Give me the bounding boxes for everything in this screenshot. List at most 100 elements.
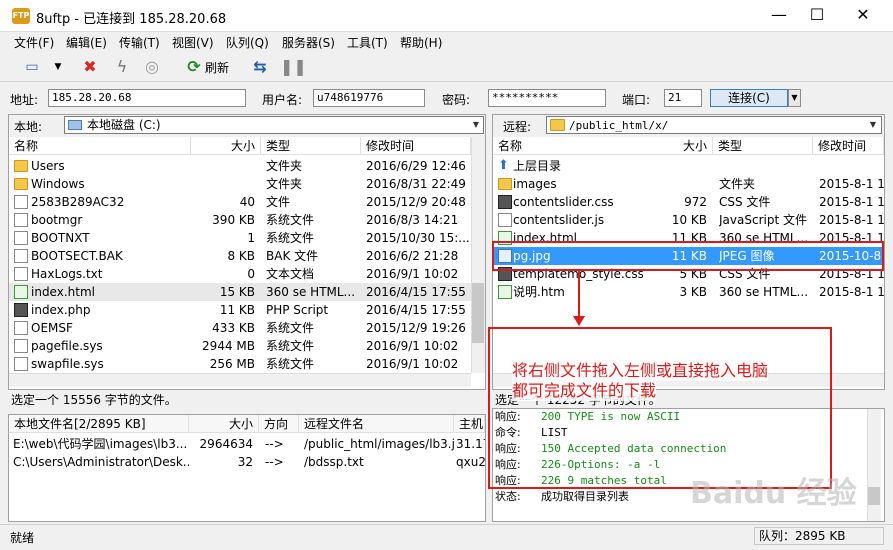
queue-col-size[interactable]: 大小 (189, 415, 259, 433)
file-name: OEMSF (31, 321, 73, 335)
log-scroll-thumb[interactable] (868, 487, 880, 505)
remote-file-row[interactable]: ⬆ 上层目录 (493, 157, 884, 175)
file-type: 系统文件 (266, 321, 315, 335)
file-size: 256 MB (209, 357, 255, 371)
queue-direction: --> (265, 437, 284, 451)
site-dropdown-icon[interactable]: ▼ (46, 56, 70, 78)
local-file-row[interactable]: 2583B289AC32 40 文件 2015/12/9 20:48 (9, 193, 471, 211)
log-text: 成功取得目录列表 (541, 490, 629, 503)
menu-item-3[interactable]: 视图(V) (172, 34, 214, 51)
file-date: 2015-8-1 1 (819, 195, 884, 209)
file-size: 8 KB (227, 249, 255, 263)
local-col-date[interactable]: 修改时间 (361, 137, 471, 155)
menu-item-2[interactable]: 传输(T) (119, 34, 160, 51)
remote-file-row[interactable]: contentslider.css 972 CSS 文件 2015-8-1 1 (493, 193, 884, 211)
script-file-icon (14, 303, 28, 317)
remote-file-row[interactable]: contentslider.js 10 KB JavaScript 文件 2015-8… (493, 211, 884, 229)
local-col-size[interactable]: 大小 (191, 137, 261, 155)
file-date: 2016/8/3 14:21 (366, 213, 459, 227)
file-icon (14, 249, 28, 263)
queue-col-remote[interactable]: 远程文件名 (299, 415, 454, 433)
remote-file-row[interactable]: images 文件夹 2015-8-1 1 (493, 175, 884, 193)
port-input[interactable]: 21 (664, 89, 702, 107)
local-header: 名称 大小 类型 修改时间 (9, 137, 471, 155)
file-icon (14, 231, 28, 245)
local-file-row[interactable]: index.html 15 KB 360 se HTML... 2016/4/15 1… (9, 283, 471, 301)
disconnect-icon[interactable]: ✖ (78, 56, 102, 78)
file-size (643, 157, 713, 175)
password-input[interactable]: ********** (488, 89, 606, 107)
folder-icon (14, 160, 28, 172)
file-icon (14, 339, 28, 353)
local-file-row[interactable]: Users 文件夹 2016/6/29 12:46 (9, 157, 471, 175)
local-file-row[interactable]: BOOTSECT.BAK 8 KB BAK 文件 2016/6/2 21:28 (9, 247, 471, 265)
remote-path-dropdown-icon[interactable]: ▼ (866, 117, 880, 133)
local-file-row[interactable]: Windows 文件夹 2016/8/31 22:49 (9, 175, 471, 193)
local-file-row[interactable]: HaxLogs.txt 0 文本文档 2016/9/1 10:02 (9, 265, 471, 283)
local-file-row[interactable]: index.php 11 KB PHP Script 2016/4/15 17:55 (9, 301, 471, 319)
local-path-dropdown-icon[interactable]: ▼ (469, 117, 483, 133)
local-file-row[interactable]: BOOTNXT 1 系统文件 2015/10/30 15:... (9, 229, 471, 247)
local-file-row[interactable]: bootmgr 390 KB 系统文件 2016/8/3 14:21 (9, 211, 471, 229)
close-button[interactable]: ✕ (840, 0, 886, 32)
host-label: 地址: (10, 93, 39, 107)
user-input[interactable]: u748619776 (313, 89, 425, 107)
queue-col-local[interactable]: 本地文件名[2/2895 KB] (9, 415, 189, 433)
queue-col-host[interactable]: 主机 (454, 415, 485, 433)
watermark-logo: Baidu 经验 (690, 476, 857, 511)
remote-col-size[interactable]: 大小 (643, 137, 713, 155)
file-size: 2944 MB (202, 339, 255, 353)
folder-icon (550, 119, 565, 131)
menu-item-7[interactable]: 帮助(H) (400, 34, 442, 51)
pause-icon[interactable]: ❚❚ (280, 56, 307, 78)
remote-col-type[interactable]: 类型 (713, 137, 813, 155)
menu-item-6[interactable]: 工具(T) (347, 34, 388, 51)
local-path-combo[interactable]: 本地磁盘 (C:) (64, 116, 484, 134)
app-logo-icon: FTP (12, 8, 30, 24)
transfer-icon[interactable]: ⇆ (248, 56, 272, 78)
port-label: 端口: (622, 93, 651, 107)
local-file-row[interactable]: swapfile.sys 256 MB 系统文件 2016/9/1 10:02 (9, 355, 471, 373)
file-date: 2015-8-1 1 (819, 285, 884, 299)
stop-icon[interactable]: ◎ (140, 56, 164, 78)
menu-item-4[interactable]: 队列(Q) (226, 34, 269, 51)
queue-list: E:\web\代码学园\images\lb3... 2964634 --> /publ… (9, 435, 485, 475)
remote-path-combo[interactable]: /public_html/x/ (546, 116, 882, 134)
refresh-label[interactable]: 刷新 (205, 59, 229, 76)
queue-header: 本地文件名[2/2895 KB] 大小 方向 远程文件名 主机 (9, 415, 485, 433)
connect-dropdown-icon[interactable]: ▼ (788, 89, 801, 107)
queue-row[interactable]: E:\web\代码学园\images\lb3... 2964634 --> /publ… (9, 435, 485, 453)
connect-button[interactable]: 连接(C) (710, 89, 788, 107)
local-scroll-thumb[interactable] (472, 283, 484, 343)
quick-connect-icon[interactable]: ϟ (110, 56, 134, 78)
file-date: 2015/12/9 20:48 (366, 195, 466, 209)
file-type: 360 se HTML... (266, 285, 356, 299)
queue-col-direction[interactable]: 方向 (259, 415, 299, 433)
queue-row[interactable]: C:\Users\Administrator\Desk... 32 --> /bdss… (9, 453, 485, 471)
site-manager-icon[interactable]: ▭ (20, 56, 44, 78)
file-date: 2016/4/15 17:55 (366, 285, 466, 299)
local-file-row[interactable]: OEMSF 433 KB 系统文件 2015/12/9 19:26 (9, 319, 471, 337)
remote-col-date[interactable]: 修改时间 (813, 137, 884, 155)
host-input[interactable]: 185.28.20.68 (48, 89, 246, 107)
status-queue-size: 队列：2895 KB (754, 527, 884, 545)
menu-item-1[interactable]: 编辑(E) (66, 34, 107, 51)
local-hscrollbar[interactable] (9, 373, 471, 387)
file-date: 2016/6/2 21:28 (366, 249, 459, 263)
log-label: 状态: (495, 490, 521, 503)
user-label: 用户名: (262, 93, 303, 107)
local-col-name[interactable]: 名称 (9, 137, 191, 155)
menu-item-0[interactable]: 文件(F) (14, 34, 54, 51)
file-size (191, 157, 261, 175)
menu-item-5[interactable]: 服务器(S) (282, 34, 335, 51)
file-name: pagefile.sys (31, 339, 103, 353)
queue-remote-file: /public_html/images/lb3.j... (304, 437, 454, 451)
local-path-label: 本地: (14, 120, 43, 134)
remote-file-row[interactable]: 说明.htm 3 KB 360 se HTML... 2015-8-1 1 (493, 283, 884, 301)
remote-path-label: 远程: (503, 120, 532, 134)
maximize-button[interactable]: ☐ (794, 0, 840, 32)
refresh-icon[interactable]: ⟳ (182, 56, 206, 78)
local-file-row[interactable]: pagefile.sys 2944 MB 系统文件 2016/9/1 10:02 (9, 337, 471, 355)
local-col-type[interactable]: 类型 (261, 137, 361, 155)
file-type: 系统文件 (266, 339, 315, 353)
